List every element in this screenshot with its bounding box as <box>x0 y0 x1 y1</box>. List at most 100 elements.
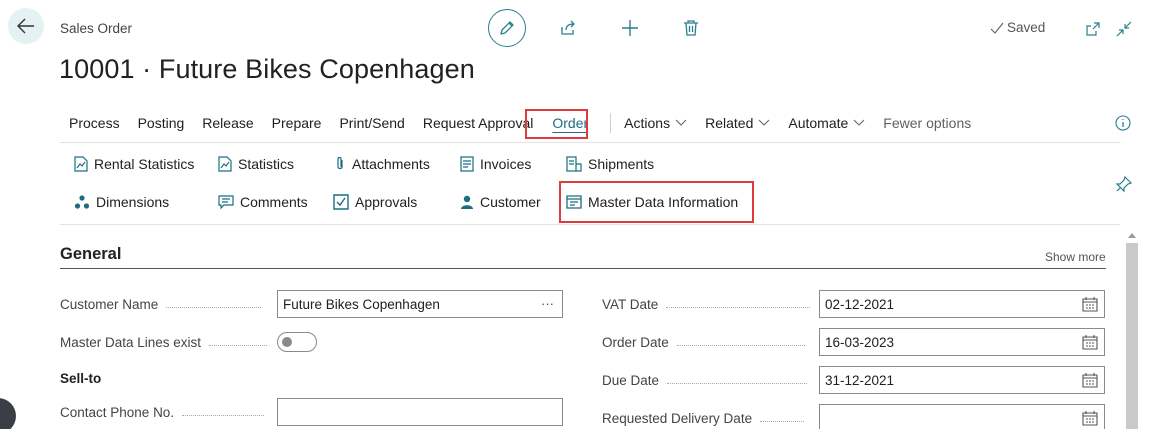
open-new-window-button[interactable] <box>1081 17 1105 41</box>
menu-fewer-options[interactable]: Fewer options <box>874 115 980 131</box>
requested-delivery-field[interactable] <box>819 404 1105 429</box>
divider <box>60 224 1120 225</box>
menu-related-label: Related <box>705 115 754 131</box>
order-date-label-text: Order Date <box>602 335 669 350</box>
approvals-icon <box>333 194 349 210</box>
vat-date-field[interactable]: 02-12-2021 <box>819 290 1105 318</box>
action-bar: Process Posting Release Prepare Print/Se… <box>60 110 980 136</box>
show-more-link[interactable]: Show more <box>1045 250 1106 264</box>
order-date-value: 16-03-2023 <box>825 334 895 350</box>
customer-name-field[interactable]: Future Bikes Copenhagen ··· <box>277 290 563 318</box>
requested-delivery-label-text: Requested Delivery Date <box>602 411 753 426</box>
collapse-icon <box>1116 21 1132 37</box>
order-date-label: Order Date <box>602 335 805 350</box>
lookup-button[interactable]: ··· <box>541 296 554 311</box>
menu-request-approval[interactable]: Request Approval <box>414 115 543 131</box>
customer-name-label-text: Customer Name <box>60 297 159 312</box>
statistics-label: Statistics <box>238 156 295 172</box>
page-title: 10001 · Future Bikes Copenhagen <box>59 54 475 84</box>
due-date-field[interactable]: 31-12-2021 <box>819 366 1105 394</box>
attachments-action[interactable]: Attachments <box>334 156 430 172</box>
due-date-label: Due Date <box>602 373 808 388</box>
invoice-icon <box>460 156 474 172</box>
shipments-action[interactable]: Shipments <box>566 156 654 172</box>
contact-phone-label: Contact Phone No. <box>60 405 265 420</box>
rental-statistics-label: Rental Statistics <box>94 156 195 172</box>
check-icon <box>990 22 1004 34</box>
approvals-action[interactable]: Approvals <box>333 194 417 210</box>
chevron-down-icon <box>675 119 687 126</box>
menu-release[interactable]: Release <box>193 115 262 131</box>
customer-name-value: Future Bikes Copenhagen <box>283 296 440 312</box>
statistics-icon <box>218 156 232 172</box>
back-button[interactable] <box>8 8 44 44</box>
menu-automate-label: Automate <box>788 115 849 131</box>
highlight-master-data <box>559 181 754 223</box>
new-button[interactable] <box>618 16 642 40</box>
menu-automate[interactable]: Automate <box>779 115 874 131</box>
info-icon <box>1115 115 1131 131</box>
delete-button[interactable] <box>679 16 703 40</box>
chevron-down-icon <box>853 119 865 126</box>
statistics-action[interactable]: Statistics <box>218 156 294 172</box>
share-button[interactable] <box>556 16 580 40</box>
person-icon <box>461 195 473 209</box>
dimensions-action[interactable]: Dimensions <box>74 194 169 210</box>
menu-separator <box>610 113 612 133</box>
divider <box>60 142 1120 143</box>
requested-delivery-label: Requested Delivery Date <box>602 411 805 426</box>
order-date-field[interactable]: 16-03-2023 <box>819 328 1105 356</box>
menu-process[interactable]: Process <box>60 115 129 131</box>
arrow-left-icon <box>17 18 34 34</box>
calendar-icon[interactable] <box>1082 410 1098 426</box>
due-date-label-text: Due Date <box>602 373 660 388</box>
vat-date-label: VAT Date <box>602 297 811 312</box>
comment-icon <box>218 195 234 210</box>
customer-action[interactable]: Customer <box>460 194 541 210</box>
vat-date-label-text: VAT Date <box>602 297 659 312</box>
open-new-window-icon <box>1086 22 1100 36</box>
shipment-icon <box>566 156 582 172</box>
contact-phone-label-text: Contact Phone No. <box>60 405 175 420</box>
scrollbar-thumb[interactable] <box>1126 243 1138 429</box>
menu-actions-label: Actions <box>624 115 671 131</box>
section-title-general[interactable]: General <box>60 245 121 264</box>
calendar-icon[interactable] <box>1082 296 1098 312</box>
menu-print-send[interactable]: Print/Send <box>330 115 413 131</box>
customer-label: Customer <box>480 194 541 210</box>
share-icon <box>561 20 575 35</box>
vat-date-value: 02-12-2021 <box>825 296 895 312</box>
label-dots <box>666 307 811 308</box>
approvals-label: Approvals <box>355 194 418 210</box>
scroll-up-icon[interactable] <box>1125 229 1139 241</box>
plus-icon <box>622 20 638 36</box>
chat-bubble[interactable] <box>0 398 16 429</box>
highlight-order-tab <box>525 109 588 139</box>
sell-to-heading: Sell-to <box>60 371 102 386</box>
master-data-lines-toggle[interactable] <box>277 332 317 352</box>
menu-prepare[interactable]: Prepare <box>263 115 331 131</box>
comments-action[interactable]: Comments <box>218 194 308 210</box>
menu-related[interactable]: Related <box>696 115 779 131</box>
collapse-button[interactable] <box>1112 17 1136 41</box>
pencil-icon <box>500 21 514 35</box>
shipments-label: Shipments <box>588 156 655 172</box>
due-date-value: 31-12-2021 <box>825 372 895 388</box>
calendar-icon[interactable] <box>1082 372 1098 388</box>
pin-button[interactable] <box>1112 172 1136 196</box>
menu-posting[interactable]: Posting <box>129 115 194 131</box>
edit-button[interactable] <box>488 9 526 47</box>
dimensions-icon <box>74 195 90 209</box>
attachments-label: Attachments <box>352 156 430 172</box>
invoices-action[interactable]: Invoices <box>460 156 531 172</box>
pin-icon <box>1115 175 1133 193</box>
rental-statistics-action[interactable]: Rental Statistics <box>74 156 194 172</box>
customer-name-label: Customer Name <box>60 297 262 312</box>
calendar-icon[interactable] <box>1082 334 1098 350</box>
label-dots <box>182 415 265 416</box>
info-button[interactable] <box>1111 111 1135 135</box>
menu-actions[interactable]: Actions <box>615 115 696 131</box>
contact-phone-field[interactable] <box>277 398 563 426</box>
label-dots <box>676 345 805 346</box>
master-data-lines-label: Master Data Lines exist <box>60 335 268 350</box>
